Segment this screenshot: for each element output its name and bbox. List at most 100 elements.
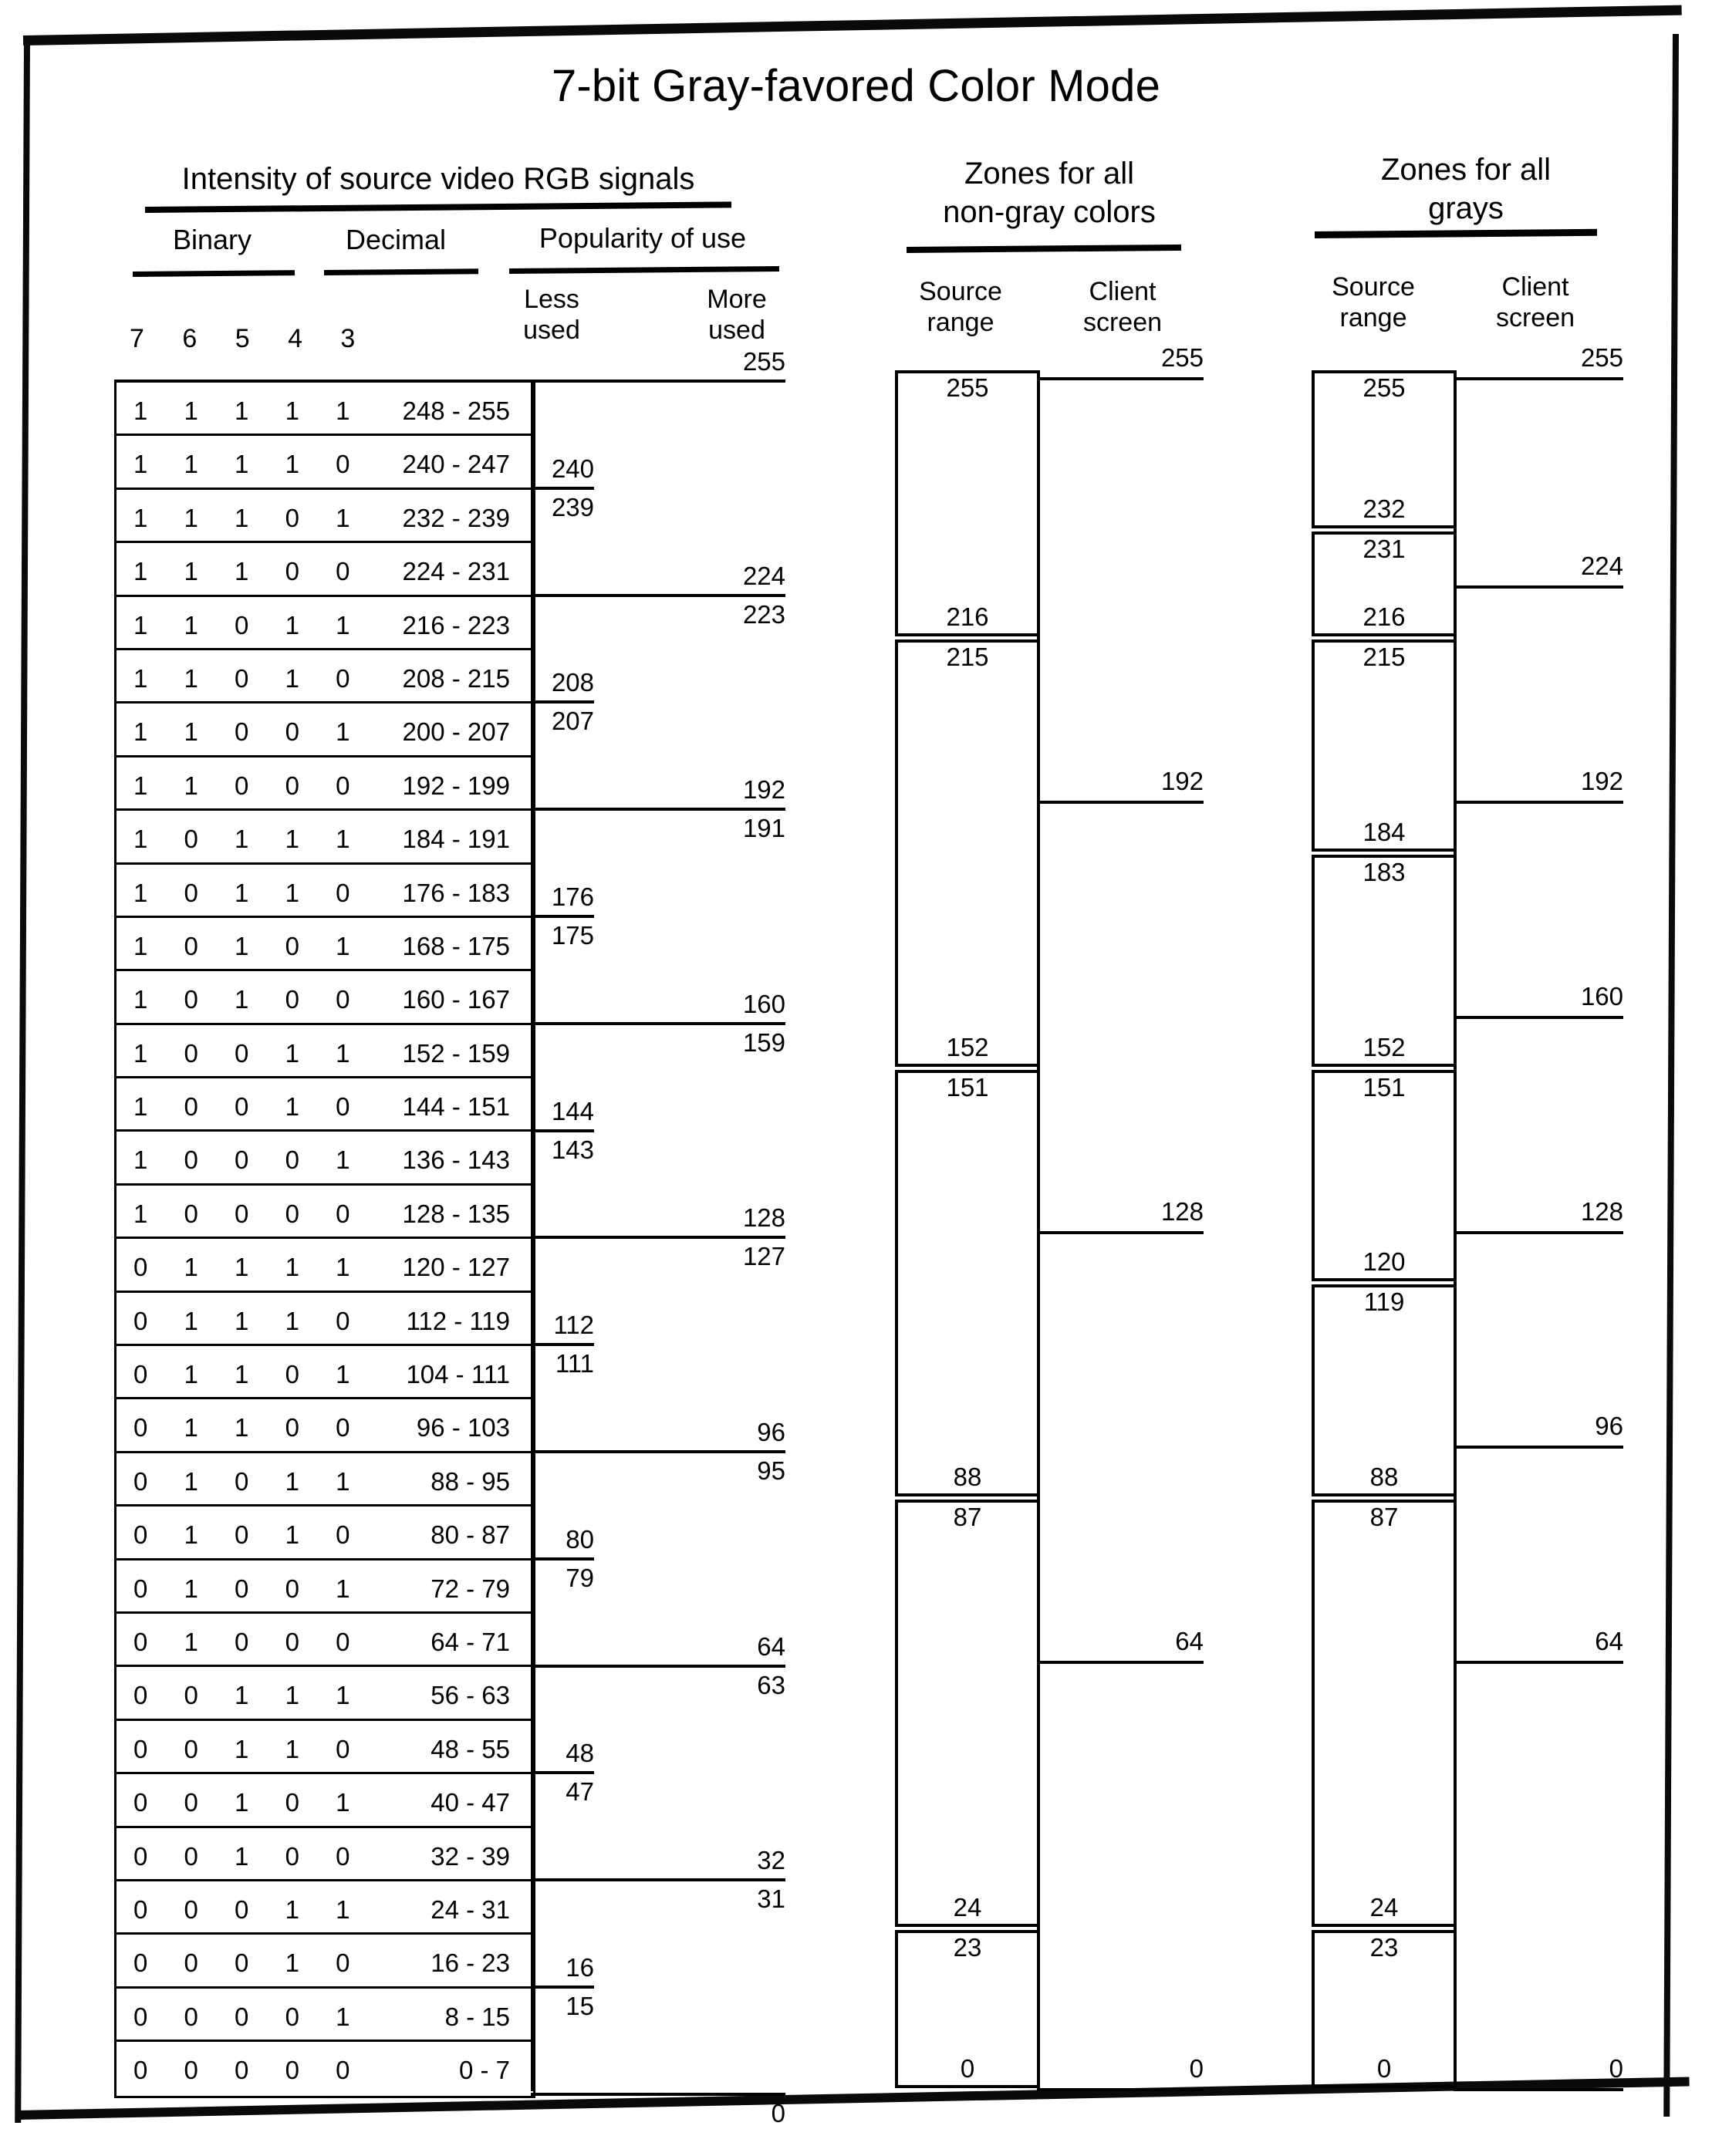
source-range-top-value: 151 bbox=[946, 1072, 989, 1102]
decimal-range: 112 - 119 bbox=[406, 1306, 510, 1335]
table-row: 0 0 1 0 0 32 - 39 bbox=[116, 1828, 533, 1881]
intensity-table: 1 1 1 1 1 248 - 255 1 1 1 1 0 240 - 247 1 1 … bbox=[114, 380, 535, 2098]
table-row: 0 1 0 1 1 88 - 95 bbox=[116, 1453, 533, 1507]
decimal-range: 48 - 55 bbox=[431, 1734, 510, 1763]
table-row: 0 0 0 1 1 24 - 31 bbox=[116, 1881, 533, 1935]
table-row: 0 1 0 1 0 80 - 87 bbox=[116, 1507, 533, 1560]
popularity-boundary-line bbox=[531, 1557, 594, 1560]
binary-value: 1 0 1 1 0 bbox=[133, 878, 365, 907]
popularity-value-below: 63 bbox=[757, 1670, 785, 1699]
client-screen-level-value: 64 bbox=[1175, 1627, 1204, 1656]
client-screen-level-line bbox=[1037, 800, 1204, 804]
popularity-value-below: 0 bbox=[771, 2098, 785, 2127]
intensity-title-underline bbox=[144, 201, 732, 213]
binary-value: 1 1 0 0 0 bbox=[133, 771, 365, 800]
binary-value: 0 1 0 1 0 bbox=[133, 1520, 365, 1550]
decimal-range: 16 - 23 bbox=[431, 1948, 510, 1978]
decimal-range: 80 - 87 bbox=[431, 1520, 510, 1550]
source-range-segment bbox=[895, 370, 1040, 636]
table-row: 1 0 0 1 0 144 - 151 bbox=[116, 1078, 533, 1132]
client-screen-level-value: 192 bbox=[1580, 766, 1623, 795]
popularity-value-above: 144 bbox=[551, 1096, 594, 1125]
table-row: 1 1 0 0 0 192 - 199 bbox=[116, 757, 533, 811]
nongray-zones-block: 255 216 215 152 151 88 87 24 23 0 255 192 128 64 0 bbox=[895, 343, 1204, 2091]
source-range-segment bbox=[895, 639, 1040, 1067]
table-row: 0 1 1 0 0 96 - 103 bbox=[116, 1399, 533, 1453]
binary-value: 1 1 1 0 0 bbox=[133, 557, 365, 586]
popularity-value-above: 48 bbox=[566, 1739, 594, 1768]
decimal-range: 8 - 15 bbox=[444, 2002, 510, 2031]
decimal-range: 200 - 207 bbox=[402, 717, 510, 747]
binary-value: 0 1 1 1 1 bbox=[133, 1253, 365, 1282]
table-row: 1 0 1 0 0 160 - 167 bbox=[116, 971, 533, 1025]
binary-value: 0 0 0 0 1 bbox=[133, 2002, 365, 2031]
popularity-boundary-line bbox=[531, 1236, 785, 1240]
popularity-value-above: 96 bbox=[757, 1418, 785, 1446]
popularity-value-above: 64 bbox=[757, 1631, 785, 1661]
binary-value: 0 1 1 0 1 bbox=[133, 1360, 365, 1389]
table-row: 0 0 1 1 0 48 - 55 bbox=[116, 1721, 533, 1775]
decimal-range: 160 - 167 bbox=[402, 985, 510, 1014]
source-range-bottom-value: 0 bbox=[960, 2054, 975, 2083]
client-screen-level-line bbox=[1037, 377, 1204, 380]
nongray-section-title-line1: Zones for all bbox=[964, 157, 1135, 191]
binary-value: 1 1 1 0 1 bbox=[133, 503, 365, 532]
decimal-header-underline bbox=[323, 268, 479, 275]
table-row: 1 1 0 1 1 216 - 223 bbox=[116, 597, 533, 650]
decimal-range: 0 - 7 bbox=[458, 2056, 510, 2085]
popularity-value-above: 32 bbox=[757, 1846, 785, 1875]
popularity-value-below: 175 bbox=[551, 921, 594, 950]
decimal-range: 168 - 175 bbox=[402, 931, 510, 960]
source-range-top-value: 23 bbox=[953, 1932, 982, 1962]
nongray-subhead-source: Source range bbox=[919, 277, 1002, 338]
popularity-header-underline bbox=[508, 265, 780, 274]
decimal-range: 72 - 79 bbox=[431, 1574, 510, 1603]
popularity-boundary-line bbox=[531, 1664, 785, 1668]
binary-value: 0 0 1 1 1 bbox=[133, 1681, 365, 1710]
table-row: 0 1 1 1 0 112 - 119 bbox=[116, 1293, 533, 1347]
popularity-boundary-line bbox=[531, 700, 594, 704]
table-row: 1 0 1 1 1 184 - 191 bbox=[116, 811, 533, 865]
binary-value: 1 0 1 0 1 bbox=[133, 931, 365, 960]
binary-value: 0 0 0 0 0 bbox=[133, 2056, 365, 2085]
nongray-section-title-line2: non-gray colors bbox=[943, 195, 1156, 229]
client-screen-level-line bbox=[1454, 2088, 1623, 2091]
decimal-range: 104 - 111 bbox=[406, 1360, 510, 1389]
binary-value: 0 0 1 0 0 bbox=[133, 1841, 365, 1871]
grays-zones-block: 255 232 231 216 215 184 183 152 151 120 119 88 87 24 2… bbox=[1312, 343, 1623, 2091]
client-screen-level-value: 96 bbox=[1595, 1412, 1623, 1441]
binary-header-underline bbox=[132, 270, 295, 277]
source-range-segment bbox=[895, 1069, 1040, 1497]
binary-value: 0 0 1 1 0 bbox=[133, 1734, 365, 1763]
decimal-range: 40 - 47 bbox=[431, 1788, 510, 1817]
popularity-value-above: 240 bbox=[551, 454, 594, 483]
decimal-range: 216 - 223 bbox=[402, 610, 510, 639]
binary-value: 1 0 0 1 0 bbox=[133, 1092, 365, 1122]
column-header-popularity: Popularity of use bbox=[539, 222, 747, 254]
binary-value: 0 0 0 1 0 bbox=[133, 1948, 365, 1978]
decimal-range: 120 - 127 bbox=[402, 1253, 510, 1282]
popularity-subhead-more: More used bbox=[707, 285, 767, 346]
client-screen-level-line bbox=[1454, 1661, 1623, 1665]
decimal-range: 96 - 103 bbox=[416, 1413, 510, 1442]
popularity-value-below: 79 bbox=[566, 1563, 594, 1592]
decimal-range: 88 - 95 bbox=[431, 1466, 510, 1496]
decimal-range: 192 - 199 bbox=[402, 771, 510, 800]
client-screen-level-line bbox=[1454, 800, 1623, 804]
binary-value: 0 1 0 0 1 bbox=[133, 1574, 365, 1603]
client-screen-level-value: 255 bbox=[1580, 343, 1623, 372]
decimal-range: 248 - 255 bbox=[402, 396, 510, 425]
client-screen-level-value: 0 bbox=[1189, 2054, 1204, 2083]
popularity-value-above: 224 bbox=[742, 561, 785, 590]
table-row: 0 0 1 0 1 40 - 47 bbox=[116, 1774, 533, 1828]
popularity-boundary-line bbox=[531, 380, 785, 383]
table-row: 0 1 1 0 1 104 - 111 bbox=[116, 1346, 533, 1400]
binary-value: 0 1 1 0 0 bbox=[133, 1413, 365, 1442]
binary-value: 1 1 1 1 1 bbox=[133, 396, 365, 425]
popularity-boundary-line bbox=[531, 486, 594, 490]
grays-section-title-line2: grays bbox=[1428, 191, 1504, 225]
source-range-bottom-value: 152 bbox=[1363, 1032, 1406, 1061]
popularity-subhead-less: Less used bbox=[523, 285, 580, 346]
client-screen-level-line bbox=[1037, 1230, 1204, 1234]
binary-value: 1 1 0 1 0 bbox=[133, 663, 365, 693]
